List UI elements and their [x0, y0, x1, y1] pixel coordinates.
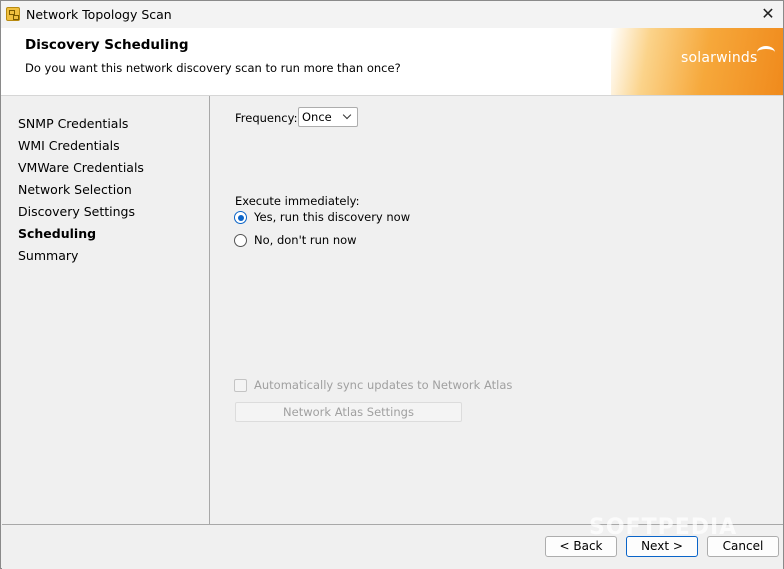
softpedia-watermark: SOFTPEDIA — [589, 515, 738, 540]
page-title: Discovery Scheduling — [25, 37, 189, 53]
network-atlas-settings-button: Network Atlas Settings — [235, 402, 462, 422]
wizard-window: Network Topology Scan ✕ Discovery Schedu… — [0, 0, 784, 569]
execute-immediately-label: Execute immediately: — [235, 194, 360, 208]
scheduling-panel: Frequency: Once Execute immediately: Yes… — [210, 96, 783, 524]
title-bar[interactable]: Network Topology Scan ✕ — [1, 1, 783, 28]
solarwinds-sun-icon — [757, 46, 775, 59]
sidebar-item-snmp-credentials: SNMP Credentials — [18, 116, 129, 131]
frequency-label: Frequency: — [235, 111, 298, 125]
sidebar-item-vmware-credentials: VMWare Credentials — [18, 160, 144, 175]
radio-no-label[interactable]: No, don't run now — [254, 233, 357, 247]
sidebar-item-scheduling: Scheduling — [18, 226, 97, 241]
page-subtitle: Do you want this network discovery scan … — [25, 61, 401, 75]
solarwinds-logo: solarwinds — [681, 50, 758, 66]
close-button[interactable]: ✕ — [753, 3, 783, 25]
sidebar-item-wmi-credentials: WMI Credentials — [18, 138, 120, 153]
radio-no-indicator[interactable] — [234, 234, 247, 247]
wizard-steps-sidebar: SNMP Credentials WMI Credentials VMWare … — [2, 96, 210, 524]
frequency-value: Once — [302, 110, 332, 124]
sidebar-item-discovery-settings: Discovery Settings — [18, 204, 135, 219]
chevron-down-icon — [342, 110, 352, 120]
sync-network-atlas-label: Automatically sync updates to Network At… — [254, 378, 513, 392]
sync-network-atlas-checkbox — [234, 379, 247, 392]
sidebar-item-summary: Summary — [18, 248, 79, 263]
frequency-select[interactable]: Once — [298, 107, 358, 127]
window-title: Network Topology Scan — [26, 7, 172, 22]
radio-yes-indicator[interactable] — [234, 211, 247, 224]
wizard-header: Discovery Scheduling Do you want this ne… — [1, 28, 783, 96]
sidebar-item-network-selection: Network Selection — [18, 182, 132, 197]
network-topology-app-icon — [6, 7, 20, 21]
radio-yes-label[interactable]: Yes, run this discovery now — [254, 210, 410, 224]
